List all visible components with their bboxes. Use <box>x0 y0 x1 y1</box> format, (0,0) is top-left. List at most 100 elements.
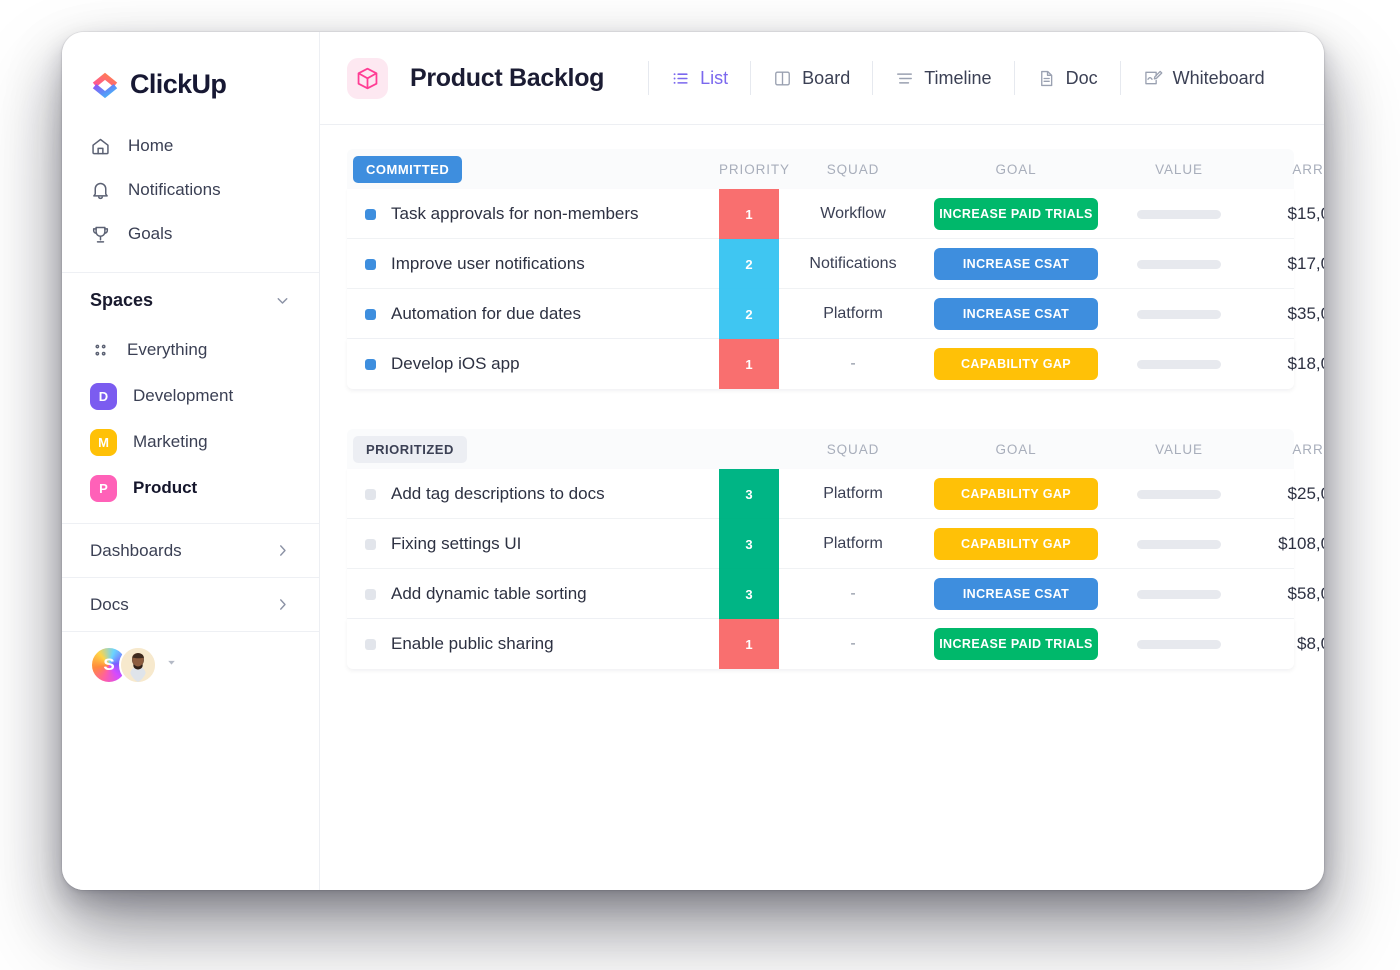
column-header-squad[interactable]: SQUAD <box>779 162 927 177</box>
sidebar-item-marketing[interactable]: M Marketing <box>62 419 319 465</box>
value-cell[interactable] <box>1105 209 1253 219</box>
priority-cell[interactable]: 2 <box>719 239 779 289</box>
tab-whiteboard[interactable]: Whiteboard <box>1119 61 1287 95</box>
squad-cell[interactable]: Platform <box>779 485 927 503</box>
task-cell[interactable]: Develop iOS app <box>347 354 719 374</box>
sidebar-item-everything[interactable]: Everything <box>62 327 319 373</box>
priority-cell[interactable]: 3 <box>719 519 779 569</box>
sidebar-item-development[interactable]: D Development <box>62 373 319 419</box>
task-cell[interactable]: Automation for due dates <box>347 304 719 324</box>
tab-doc[interactable]: Doc <box>1013 61 1120 95</box>
arr-cell[interactable]: $58,000 <box>1253 584 1324 604</box>
squad-cell[interactable]: Notifications <box>779 255 927 273</box>
arr-cell[interactable]: $35,000 <box>1253 304 1324 324</box>
status-dot-icon[interactable] <box>365 258 376 270</box>
sidebar-item-home[interactable]: Home <box>62 124 319 168</box>
goal-cell[interactable]: CAPABILITY GAP <box>927 528 1105 560</box>
table-row[interactable]: Add dynamic table sorting 3 - INCREASE C… <box>347 569 1324 619</box>
goal-cell[interactable]: CAPABILITY GAP <box>927 348 1105 380</box>
goal-cell[interactable]: CAPABILITY GAP <box>927 478 1105 510</box>
value-cell[interactable] <box>1105 359 1253 369</box>
status-dot-icon[interactable] <box>365 308 376 320</box>
priority-cell[interactable]: 1 <box>719 339 779 389</box>
value-cell[interactable] <box>1105 589 1253 599</box>
arr-cell[interactable]: $18,000 <box>1253 354 1324 374</box>
sidebar-item-goals[interactable]: Goals <box>62 212 319 256</box>
column-header-value[interactable]: VALUE <box>1105 162 1253 177</box>
priority-cell[interactable]: 3 <box>719 569 779 619</box>
table-row[interactable]: Enable public sharing 1 - INCREASE PAID … <box>347 619 1324 669</box>
column-header-goal[interactable]: GOAL <box>927 442 1105 457</box>
squad-cell[interactable]: Platform <box>779 535 927 553</box>
sidebar-item-docs[interactable]: Docs <box>62 578 319 632</box>
status-dot-icon[interactable] <box>365 358 376 370</box>
goal-cell[interactable]: INCREASE PAID TRIALS <box>927 198 1105 230</box>
status-dot-icon[interactable] <box>365 208 376 220</box>
arr-cell[interactable]: $17,000 <box>1253 254 1324 274</box>
value-cell[interactable] <box>1105 259 1253 269</box>
column-header-goal[interactable]: GOAL <box>927 162 1105 177</box>
spaces-section-header[interactable]: Spaces <box>62 273 319 327</box>
goal-badge: INCREASE PAID TRIALS <box>934 198 1098 230</box>
arr-cell[interactable]: $108,000 <box>1253 534 1324 554</box>
group-header: COMMITTED PRIORITY SQUAD GOAL VALUE ARR <box>347 149 1323 189</box>
arr-cell[interactable]: $25,000 <box>1253 484 1324 504</box>
task-name: Develop iOS app <box>391 354 520 373</box>
task-cell[interactable]: Add dynamic table sorting <box>347 584 719 604</box>
task-name: Enable public sharing <box>391 634 554 653</box>
brand[interactable]: ClickUp <box>62 58 319 110</box>
arr-cell[interactable]: $15,000 <box>1253 204 1324 224</box>
status-dot-icon[interactable] <box>365 638 376 650</box>
group-status-badge[interactable]: COMMITTED <box>353 155 463 183</box>
task-name: Automation for due dates <box>391 304 581 323</box>
column-header-value[interactable]: VALUE <box>1105 442 1253 457</box>
group-status-badge[interactable]: PRIORITIZED <box>353 435 467 463</box>
tab-list[interactable]: List <box>648 61 750 95</box>
table-row[interactable]: Develop iOS app 1 - CAPABILITY GAP $18,0… <box>347 339 1324 389</box>
value-cell[interactable] <box>1105 489 1253 499</box>
priority-cell[interactable]: 1 <box>719 619 779 669</box>
chevron-down-icon[interactable] <box>274 292 291 309</box>
arr-cell[interactable]: $8,000 <box>1253 634 1324 654</box>
task-cell[interactable]: Fixing settings UI <box>347 534 719 554</box>
task-cell[interactable]: Task approvals for non-members <box>347 204 719 224</box>
sidebar-item-dashboards[interactable]: Dashboards <box>62 524 319 578</box>
value-cell[interactable] <box>1105 309 1253 319</box>
goal-cell[interactable]: INCREASE CSAT <box>927 298 1105 330</box>
goal-cell[interactable]: INCREASE PAID TRIALS <box>927 628 1105 660</box>
table-row[interactable]: Add tag descriptions to docs 3 Platform … <box>347 469 1324 519</box>
table-row[interactable]: Improve user notifications 2 Notificatio… <box>347 239 1324 289</box>
table-row[interactable]: Task approvals for non-members 1 Workflo… <box>347 189 1324 239</box>
task-cell[interactable]: Improve user notifications <box>347 254 719 274</box>
priority-cell[interactable]: 2 <box>719 289 779 339</box>
goal-cell[interactable]: INCREASE CSAT <box>927 248 1105 280</box>
table-row[interactable]: Fixing settings UI 3 Platform CAPABILITY… <box>347 519 1324 569</box>
squad-cell[interactable]: - <box>779 355 927 373</box>
column-header-arr[interactable]: ARR <box>1253 442 1324 457</box>
priority-cell[interactable]: 3 <box>719 469 779 519</box>
value-cell[interactable] <box>1105 539 1253 549</box>
status-dot-icon[interactable] <box>365 588 376 600</box>
tab-timeline[interactable]: Timeline <box>872 61 1013 95</box>
status-dot-icon[interactable] <box>365 538 376 550</box>
column-header-squad[interactable]: SQUAD <box>779 442 927 457</box>
goal-cell[interactable]: INCREASE CSAT <box>927 578 1105 610</box>
sidebar-item-notifications[interactable]: Notifications <box>62 168 319 212</box>
squad-cell[interactable]: - <box>779 585 927 603</box>
status-dot-icon[interactable] <box>365 488 376 500</box>
squad-cell[interactable]: - <box>779 635 927 653</box>
caret-down-icon[interactable] <box>165 656 178 674</box>
squad-cell[interactable]: Workflow <box>779 205 927 223</box>
tab-board[interactable]: Board <box>750 61 872 95</box>
sidebar-item-product[interactable]: P Product <box>62 465 319 511</box>
column-header-arr[interactable]: ARR <box>1253 162 1324 177</box>
task-cell[interactable]: Enable public sharing <box>347 634 719 654</box>
avatar-group[interactable]: S <box>62 632 319 684</box>
task-cell[interactable]: Add tag descriptions to docs <box>347 484 719 504</box>
table-row[interactable]: Automation for due dates 2 Platform INCR… <box>347 289 1324 339</box>
avatar[interactable] <box>119 646 157 684</box>
priority-cell[interactable]: 1 <box>719 189 779 239</box>
column-header-priority[interactable]: PRIORITY <box>719 162 789 177</box>
squad-cell[interactable]: Platform <box>779 305 927 323</box>
value-cell[interactable] <box>1105 639 1253 649</box>
